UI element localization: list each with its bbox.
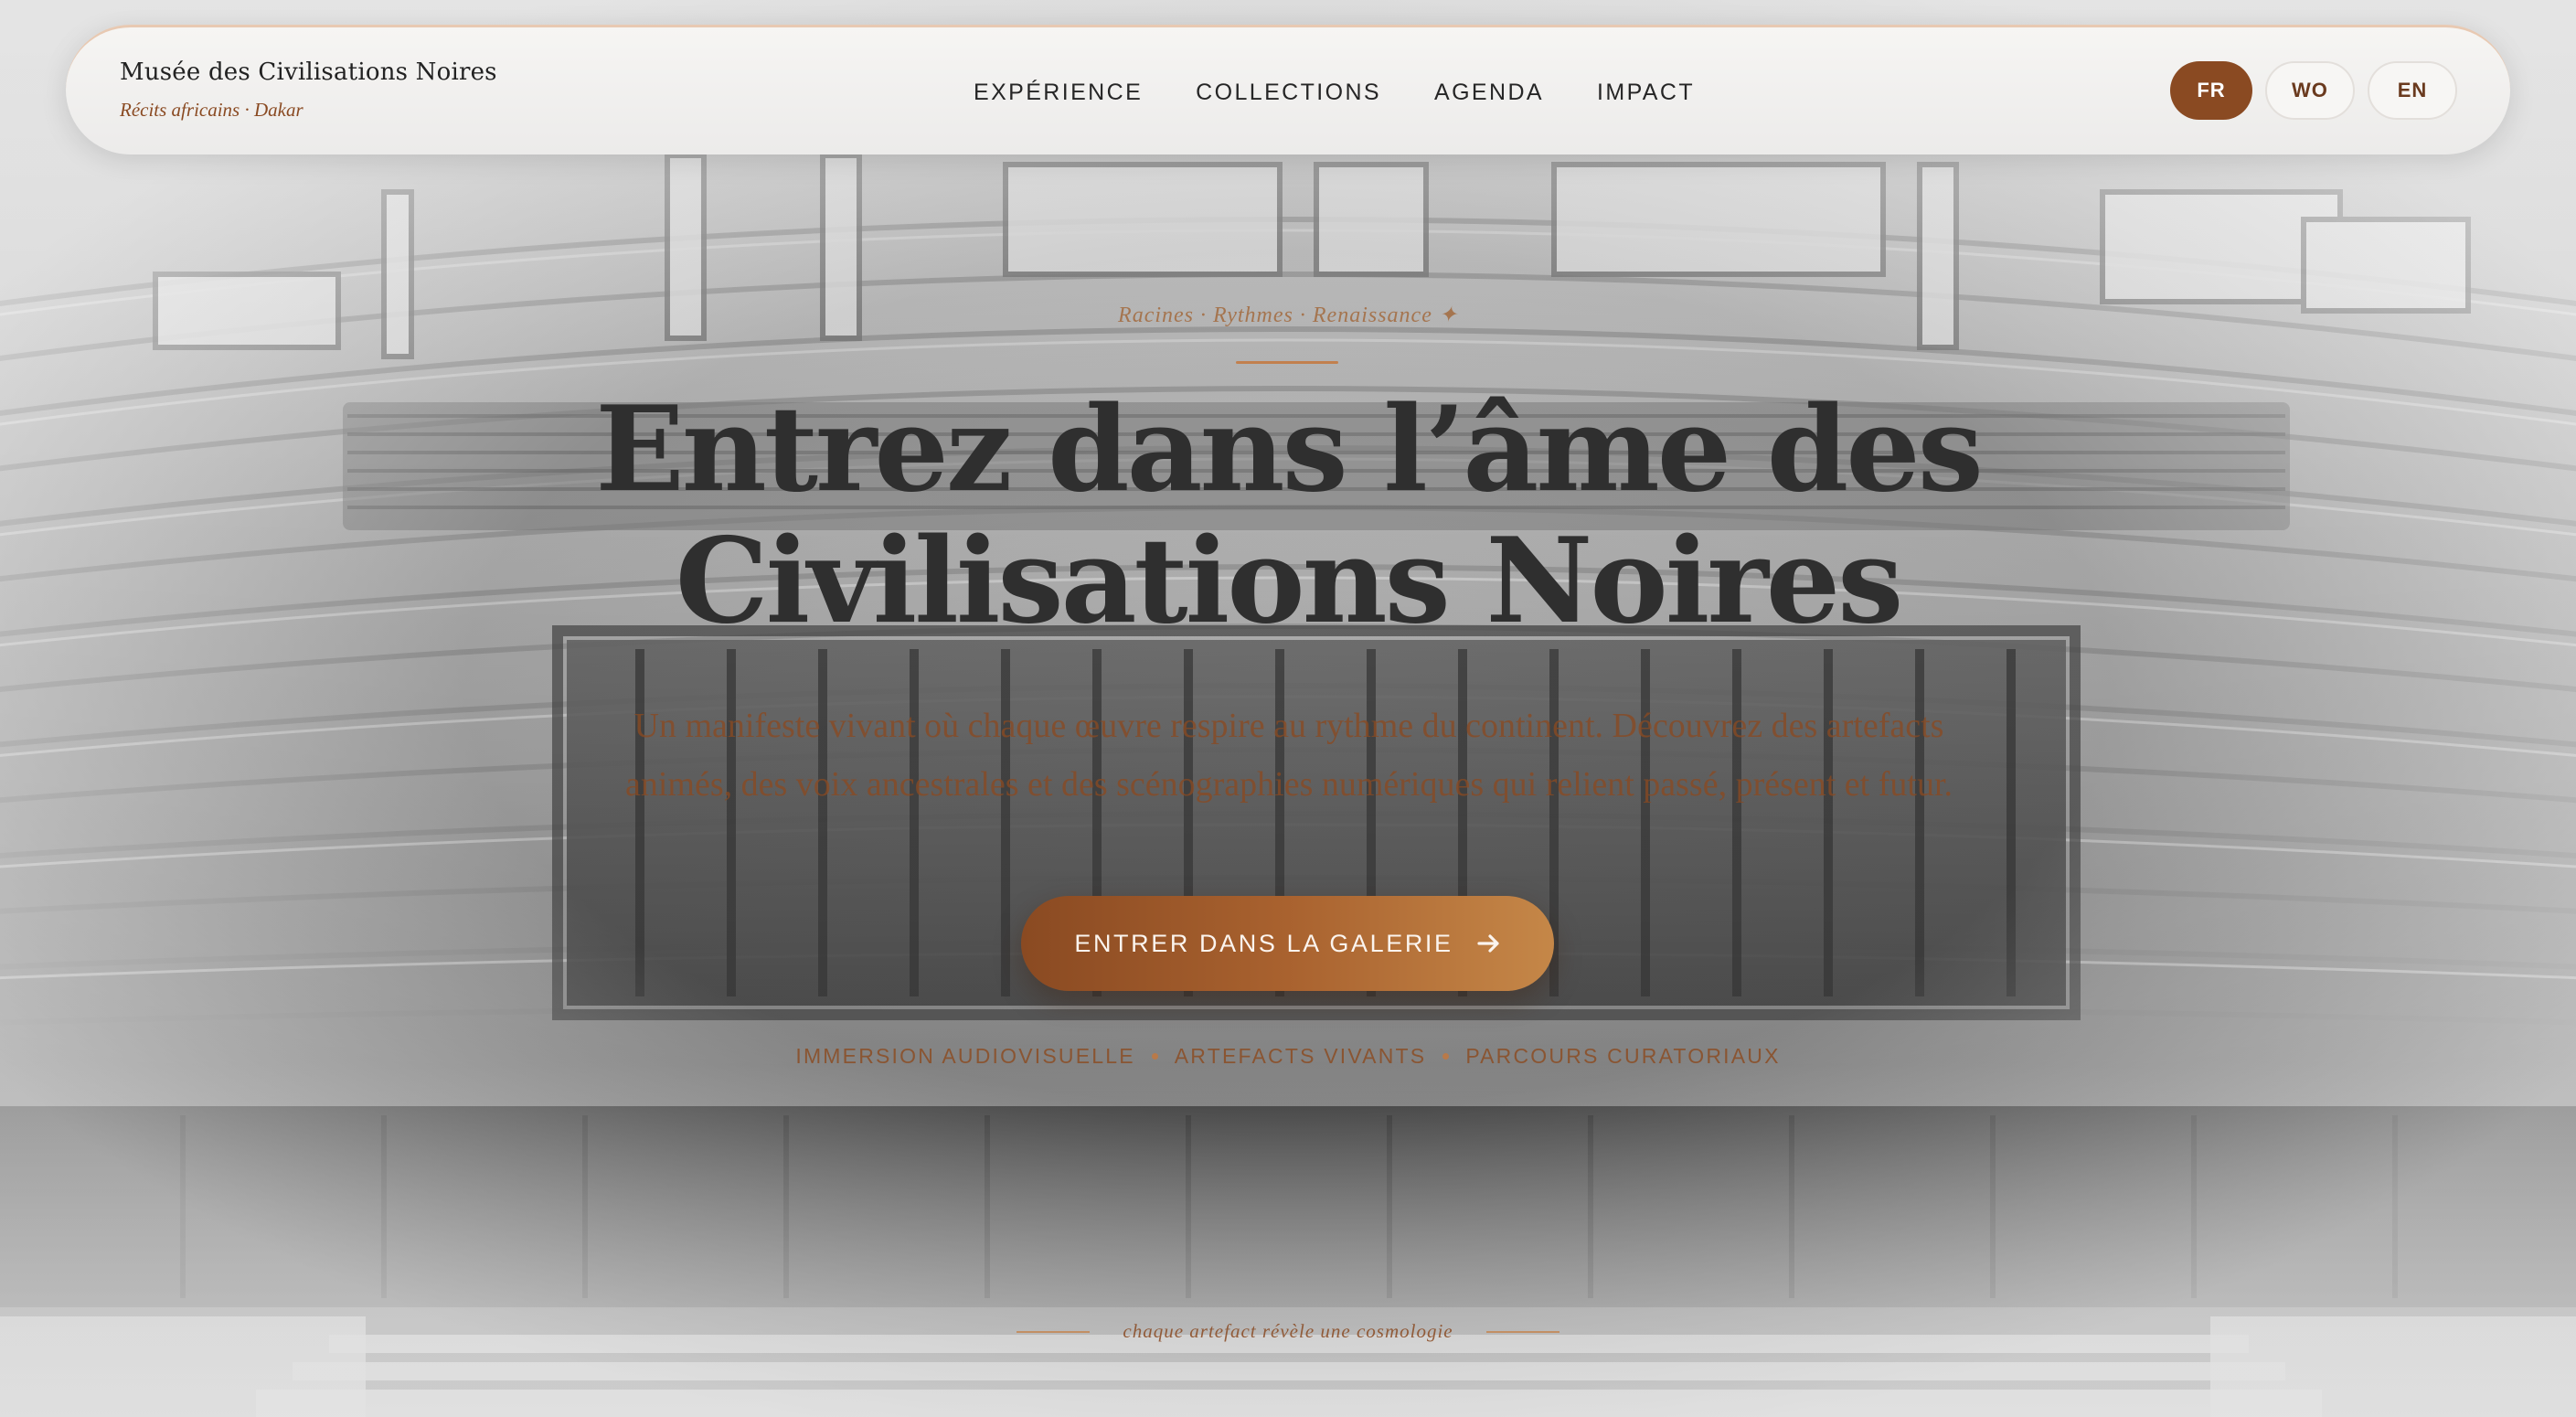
separator-dot [1151,1053,1158,1060]
brand-title: Musée des Civilisations Noires [120,59,497,86]
hero-headline-line-1: Entrez dans l’âme des [595,381,1984,518]
enter-gallery-button[interactable]: ENTRER DANS LA GALERIE [1021,896,1554,991]
hero-headline: Entrez dans l’âme des Civilisations Noir… [0,384,2576,647]
feature-item: ARTEFACTS VIVANTS [1174,1044,1427,1068]
footer-tagline: chaque artefact révèle une cosmologie [1123,1320,1453,1342]
arrow-right-icon [1477,932,1501,954]
enter-gallery-label: ENTRER DANS LA GALERIE [1074,929,1453,957]
hero-headline-line-2: Civilisations Noires [675,513,1904,650]
site-header: Musée des Civilisations Noires Récits af… [66,25,2510,154]
language-switcher: FR WO EN [2170,61,2457,120]
language-en-button[interactable]: EN [2368,61,2457,120]
feature-item: IMMERSION AUDIOVISUELLE [795,1044,1135,1068]
hero-eyebrow: Racines · Rythmes · Renaissance ✦ [1118,304,1458,327]
footer-divider-left [1017,1330,1091,1333]
nav-item-agenda[interactable]: AGENDA [1434,80,1544,106]
language-wo-button[interactable]: WO [2265,61,2355,120]
brand-subtitle: Récits africains · Dakar [120,99,303,121]
feature-list: IMMERSION AUDIOVISUELLE ARTEFACTS VIVANT… [0,1044,2576,1069]
footer-divider-right [1485,1330,1559,1333]
nav-item-collections[interactable]: COLLECTIONS [1196,80,1381,106]
hero-lead: Un manifeste vivant où chaque œuvre resp… [625,707,1953,804]
hero-footer-note: chaque artefact révèle une cosmologie [0,1320,2576,1343]
feature-item: PARCOURS CURATORIAUX [1465,1044,1781,1068]
nav-item-experience[interactable]: EXPÉRIENCE [974,80,1143,106]
main-nav: EXPÉRIENCE COLLECTIONS AGENDA IMPACT [974,27,1695,157]
nav-item-impact[interactable]: IMPACT [1597,80,1695,106]
brand[interactable]: Musée des Civilisations Noires Récits af… [120,59,497,122]
eyebrow-divider [1236,361,1338,364]
separator-dot [1442,1053,1450,1060]
language-fr-button[interactable]: FR [2170,61,2252,120]
